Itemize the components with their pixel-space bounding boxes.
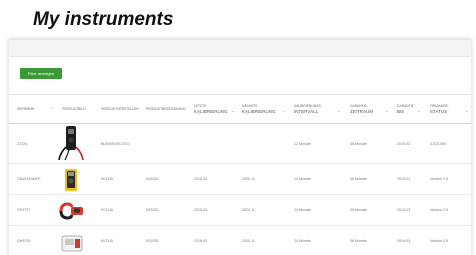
card-top-band xyxy=(9,40,471,57)
cell-warranty-period: 36 Monate xyxy=(350,177,367,181)
cell-interval: 24 Monate xyxy=(294,239,311,243)
cell-serial: QH9726 xyxy=(17,239,31,243)
table-row[interactable]: GP9737 KIOXIA 003/251 2015-04 2020-11 24… xyxy=(9,195,471,226)
cell-name: 003/251 xyxy=(146,208,159,212)
cell-manufacturer: KIOXIA xyxy=(101,208,113,212)
chevron-down-icon[interactable]: ⌄ xyxy=(417,108,420,113)
cell-name: 003/251 xyxy=(146,177,159,181)
column-header-image[interactable]: PRODUKTBILD xyxy=(62,107,85,111)
sort-up-icon[interactable]: ^ xyxy=(51,106,53,111)
cell-manufacturer: KIOXIA xyxy=(101,177,113,181)
chevron-down-icon[interactable]: ⌄ xyxy=(465,108,468,113)
cell-next-calibration: 2020-11 xyxy=(242,239,255,243)
clamp-meter-image xyxy=(59,202,83,220)
chevron-down-icon[interactable]: ⌄ xyxy=(385,108,388,113)
cell-manufacturer: BUSINESSCOCO xyxy=(101,142,130,146)
cell-next-calibration: 2020-11 xyxy=(242,177,255,181)
column-header-serial[interactable]: SERIENNR. xyxy=(17,107,35,111)
chevron-down-icon[interactable]: ⌄ xyxy=(337,108,340,113)
column-header-firmware-status[interactable]: FIRMWARE- STATUS xyxy=(430,104,449,114)
cell-last-calibration: 2015-04 xyxy=(194,177,208,181)
page-title: My instruments xyxy=(33,9,174,30)
page-root: My instruments Filter anzeigen SERIENNR.… xyxy=(0,0,476,255)
table-header: SERIENNR. ^ PRODUKTBILD PRODUKTHERSTELLE… xyxy=(9,94,471,124)
column-header-next-calibration[interactable]: NÄCHSTE KALIBRIERUNG xyxy=(242,104,276,114)
cell-manufacturer: KIOXIA xyxy=(101,239,113,243)
cell-name: 003/251 xyxy=(146,239,159,243)
column-header-last-calibration[interactable]: LETZTE KALIBRIERUNG xyxy=(194,104,228,114)
cell-serial: GP9737 xyxy=(17,208,31,212)
cell-firmware-status: Version 3.5 xyxy=(430,239,448,243)
cell-firmware-status: Version 3.5 xyxy=(430,177,448,181)
cell-warranty-until: 2019-03 xyxy=(397,208,411,212)
cell-warranty-period: 48 Monate xyxy=(350,142,367,146)
cell-last-calibration: 2016-02 xyxy=(194,239,208,243)
instrument-case-image xyxy=(61,235,83,252)
column-header-name[interactable]: PRODUKTBEZEICHNUNG xyxy=(146,107,186,111)
instruments-card: Filter anzeigen SERIENNR. ^ PRODUKTBILD … xyxy=(9,39,471,255)
table-row[interactable]: GMUH3183FE KIOXIA 003/251 2015-04 2020-1… xyxy=(9,164,471,195)
cell-warranty-until: 2019-03 xyxy=(397,177,411,181)
yellow-multimeter-image xyxy=(65,169,77,191)
cell-serial: 23726 xyxy=(17,142,27,146)
cell-warranty-period: 36 Monate xyxy=(350,239,367,243)
filter-button[interactable]: Filter anzeigen xyxy=(20,68,62,79)
cell-interval: 24 Monate xyxy=(294,208,311,212)
chevron-down-icon[interactable]: ⌄ xyxy=(231,108,234,113)
column-header-warranty-until[interactable]: GARANTIE BIS xyxy=(397,104,414,114)
table-row[interactable]: QH9726 KIOXIA 003/251 2016-02 2020-11 24… xyxy=(9,226,471,255)
cell-next-calibration: 2020-11 xyxy=(242,208,255,212)
cell-firmware-status: 3.023.005 xyxy=(430,142,446,146)
table-row[interactable]: 23726 BUSINESSCOCO 12 Monate 48 Monate 2… xyxy=(9,123,471,164)
cell-interval: 24 Monate xyxy=(294,177,311,181)
column-header-manufacturer[interactable]: PRODUKTHERSTELLER xyxy=(101,107,139,111)
cell-last-calibration: 2015-04 xyxy=(194,208,208,212)
cell-interval: 12 Monate xyxy=(294,142,311,146)
cell-firmware-status: Version 3.5 xyxy=(430,208,448,212)
cell-warranty-period: 36 Monate xyxy=(350,208,367,212)
cell-warranty-until: 2019-02 xyxy=(397,142,411,146)
chevron-down-icon[interactable]: ⌄ xyxy=(282,108,285,113)
column-header-warranty-period[interactable]: GARANTIE- ZEITRAUM xyxy=(350,104,373,114)
multimeter-image xyxy=(58,126,84,161)
cell-serial: GMUH3183FE xyxy=(17,177,41,181)
cell-warranty-until: 2019-03 xyxy=(397,239,411,243)
column-header-interval[interactable]: KALIBRIERUNGS- INTERVALL xyxy=(294,104,322,114)
